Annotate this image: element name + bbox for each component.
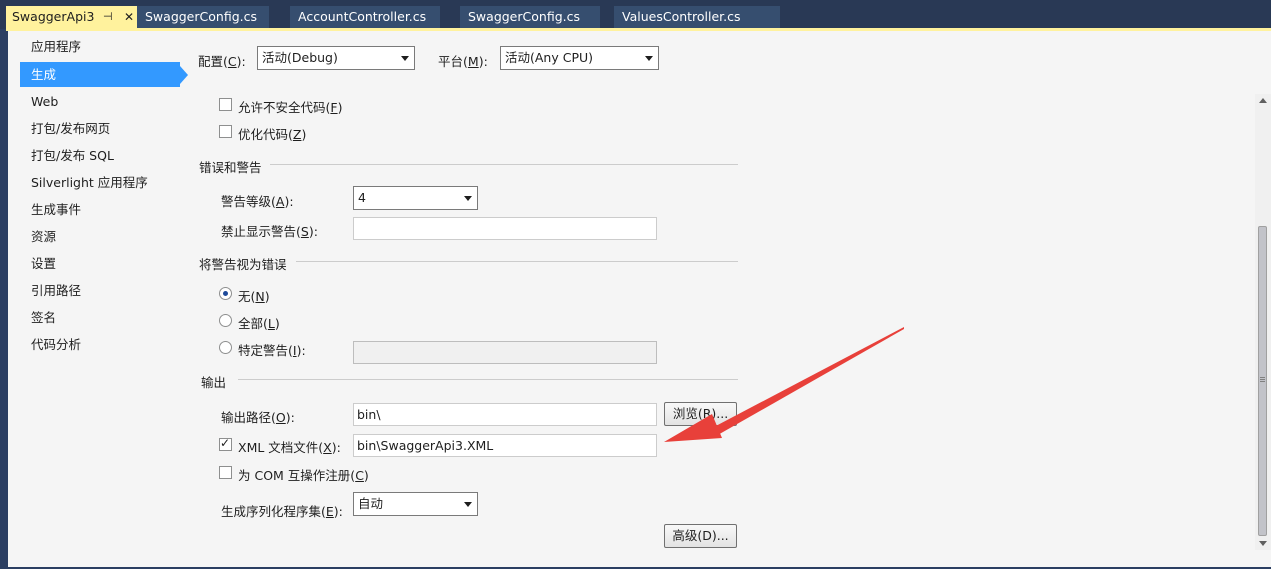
com-interop-label: 为 COM 互操作注册(C): [238, 468, 369, 483]
vertical-scrollbar[interactable]: [1255, 94, 1271, 550]
nav-item-code-analysis[interactable]: 代码分析: [20, 332, 180, 357]
scroll-down-icon[interactable]: [1259, 541, 1267, 546]
close-icon[interactable]: ✕: [124, 6, 134, 28]
tab-label: SwaggerConfig.cs: [468, 9, 580, 24]
document-tab-strip: SwaggerApi3 ⊣ ✕ SwaggerConfig.cs Account…: [0, 0, 1271, 29]
chevron-down-icon: [645, 56, 653, 61]
treat-none-label: 无(N): [238, 289, 270, 304]
treat-specific-label: 特定警告(I):: [238, 343, 306, 358]
xml-doc-label: XML 文档文件(X):: [238, 440, 341, 455]
config-value: 活动(Debug): [262, 50, 338, 65]
platform-value: 活动(Any CPU): [505, 50, 594, 65]
chevron-down-icon: [401, 56, 409, 61]
section-divider: [296, 261, 738, 262]
tab-label: SwaggerApi3: [12, 9, 95, 24]
xml-doc-checkbox[interactable]: [219, 436, 232, 451]
config-select[interactable]: 活动(Debug): [257, 46, 415, 70]
warning-level-select[interactable]: 4: [353, 186, 478, 210]
output-path-input[interactable]: bin\: [353, 403, 657, 426]
suppress-warnings-label: 禁止显示警告(S):: [221, 224, 318, 239]
errors-section-title: 错误和警告: [199, 160, 262, 175]
config-label: 配置(C):: [198, 54, 246, 69]
tab-valuescontroller[interactable]: ValuesController.cs: [614, 6, 780, 28]
nav-item-package-web[interactable]: 打包/发布网页: [20, 116, 180, 141]
properties-nav: 应用程序 生成 Web 打包/发布网页 打包/发布 SQL Silverligh…: [20, 31, 190, 567]
grip-icon: [1260, 377, 1265, 378]
nav-item-build[interactable]: 生成: [20, 62, 188, 87]
nav-item-build-events[interactable]: 生成事件: [20, 197, 180, 222]
tab-swaggerapi3[interactable]: SwaggerApi3 ⊣ ✕: [6, 6, 137, 28]
advanced-button[interactable]: 高级(D)...: [664, 524, 737, 548]
browse-button[interactable]: 浏览(R)...: [664, 402, 737, 426]
warning-level-label: 警告等级(A):: [221, 194, 294, 209]
treat-all-radio[interactable]: [219, 314, 232, 327]
nav-item-package-sql[interactable]: 打包/发布 SQL: [20, 143, 180, 168]
serialization-value: 自动: [358, 496, 384, 511]
treat-none-radio[interactable]: [219, 287, 232, 300]
treat-specific-radio[interactable]: [219, 341, 232, 354]
chevron-down-icon: [464, 502, 472, 507]
pin-icon[interactable]: ⊣: [103, 6, 113, 28]
project-properties-panel: 应用程序 生成 Web 打包/发布网页 打包/发布 SQL Silverligh…: [8, 31, 1271, 567]
tab-label: SwaggerConfig.cs: [145, 9, 257, 24]
nav-item-web[interactable]: Web: [20, 89, 180, 114]
optimize-code-checkbox[interactable]: [219, 125, 232, 138]
tab-accountcontroller[interactable]: AccountController.cs: [290, 6, 440, 28]
specific-warnings-input: [353, 341, 657, 364]
section-divider: [238, 379, 738, 380]
nav-item-reference-paths[interactable]: 引用路径: [20, 278, 180, 303]
platform-select[interactable]: 活动(Any CPU): [500, 46, 659, 70]
com-interop-checkbox[interactable]: [219, 466, 232, 479]
optimize-code-label: 优化代码(Z): [238, 127, 307, 142]
nav-item-resources[interactable]: 资源: [20, 224, 180, 249]
nav-item-application[interactable]: 应用程序: [20, 34, 180, 59]
tab-label: AccountController.cs: [298, 9, 427, 24]
platform-label: 平台(M):: [438, 54, 488, 69]
serialization-select[interactable]: 自动: [353, 492, 478, 516]
section-divider: [270, 164, 738, 165]
serialization-label: 生成序列化程序集(E):: [221, 504, 343, 519]
suppress-warnings-input[interactable]: [353, 217, 657, 240]
warning-level-value: 4: [358, 190, 366, 205]
tab-swaggerconfig-1[interactable]: SwaggerConfig.cs: [137, 6, 269, 28]
nav-item-signing[interactable]: 签名: [20, 305, 180, 330]
tab-label: ValuesController.cs: [622, 9, 741, 24]
output-path-label: 输出路径(O):: [221, 410, 295, 425]
tab-swaggerconfig-2[interactable]: SwaggerConfig.cs: [460, 6, 600, 28]
chevron-down-icon: [464, 196, 472, 201]
scroll-thumb[interactable]: [1258, 226, 1267, 536]
scroll-up-icon[interactable]: [1259, 98, 1267, 103]
allow-unsafe-label: 允许不安全代码(F): [238, 100, 343, 115]
output-section-title: 输出: [201, 375, 227, 390]
allow-unsafe-checkbox[interactable]: [219, 98, 232, 111]
nav-item-silverlight[interactable]: Silverlight 应用程序: [20, 170, 180, 195]
treat-warnings-section-title: 将警告视为错误: [199, 257, 287, 272]
nav-item-settings[interactable]: 设置: [20, 251, 180, 276]
xml-doc-path-input[interactable]: bin\SwaggerApi3.XML: [353, 434, 657, 457]
treat-all-label: 全部(L): [238, 316, 280, 331]
